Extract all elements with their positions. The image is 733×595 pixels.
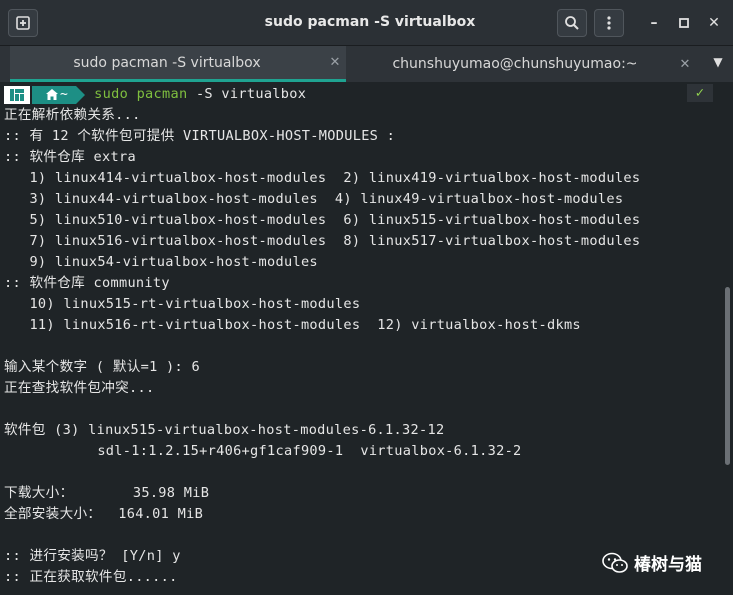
status-ok-icon: ✓ (687, 84, 713, 102)
command-sudo: sudo (94, 86, 129, 102)
title-bar: sudo pacman -S virtualbox – ✕ (0, 0, 733, 46)
new-tab-icon (16, 16, 30, 30)
output-line: 软件包 (3) linux515-virtualbox-host-modules… (4, 422, 445, 438)
minimize-button[interactable]: – (643, 12, 665, 34)
output-line: 5) linux510-virtualbox-host-modules 6) l… (4, 212, 641, 228)
tab-close-icon[interactable]: ✕ (324, 55, 346, 70)
tab-close-icon[interactable]: ✕ (674, 57, 696, 72)
tab-home-shell[interactable]: chunshuyumao@chunshuyumao:~ ✕ (356, 46, 696, 82)
maximize-button[interactable] (673, 12, 695, 34)
output-line: 3) linux44-virtualbox-host-modules 4) li… (4, 191, 624, 207)
maximize-icon (679, 18, 689, 28)
terminal-output[interactable]: ~ sudo pacman -S virtualbox ✓ 正在解析依赖关系..… (0, 82, 721, 595)
command-args: -S virtualbox (187, 86, 307, 102)
distro-logo-icon (4, 85, 30, 104)
search-button[interactable] (557, 9, 587, 37)
output-line: 下载大小： 35.98 MiB (4, 485, 210, 501)
tab-sudo-pacman[interactable]: sudo pacman -S virtualbox ✕ (10, 46, 346, 82)
tab-label: chunshuyumao@chunshuyumao:~ (392, 56, 638, 72)
output-line: 全部安装大小： 164.01 MiB (4, 506, 204, 522)
window-title: sudo pacman -S virtualbox (264, 14, 476, 30)
output-line: 7) linux516-virtualbox-host-modules 8) l… (4, 233, 641, 249)
output-line: sdl-1:1.2.15+r406+gf1caf909-1 virtualbox… (4, 443, 522, 459)
new-tab-button[interactable] (8, 9, 38, 37)
search-icon (565, 16, 579, 30)
close-button[interactable]: ✕ (703, 12, 725, 34)
output-line: :: 软件仓库 extra (4, 149, 136, 165)
output-line: 输入某个数字 ( 默认=1 ): 6 (4, 359, 200, 375)
scrollbar-thumb[interactable] (725, 287, 730, 465)
watermark-text: 椿树与猫 (634, 555, 702, 575)
home-icon (46, 89, 58, 100)
output-line: 11) linux516-rt-virtualbox-host-modules … (4, 317, 581, 333)
prompt-line: ~ sudo pacman -S virtualbox ✓ (0, 84, 721, 105)
command-pacman: pacman (136, 86, 188, 102)
tabs-dropdown-icon[interactable]: ▼ (708, 55, 728, 73)
scrollbar[interactable] (721, 82, 733, 595)
prompt-dir: ~ (60, 87, 69, 102)
menu-button[interactable] (594, 9, 624, 37)
output-line: 正在查找软件包冲突... (4, 380, 155, 396)
output-line: 1) linux414-virtualbox-host-modules 2) l… (4, 170, 641, 186)
wechat-icon (602, 552, 628, 573)
tab-bar: sudo pacman -S virtualbox ✕ chunshuyumao… (0, 46, 733, 82)
prompt-dir-segment: ~ (32, 85, 86, 104)
output-line: 10) linux515-rt-virtualbox-host-modules (4, 296, 361, 312)
output-line: 9) linux54-virtualbox-host-modules (4, 254, 318, 270)
kebab-menu-icon (607, 16, 611, 30)
output-line: 正在解析依赖关系... (4, 107, 141, 123)
output-line: :: 软件仓库 community (4, 275, 170, 291)
watermark: 椿树与猫 (602, 550, 702, 575)
output-line: :: 有 12 个软件包可提供 VIRTUALBOX-HOST-MODULES … (4, 128, 396, 144)
tab-label: sudo pacman -S virtualbox (73, 54, 261, 71)
